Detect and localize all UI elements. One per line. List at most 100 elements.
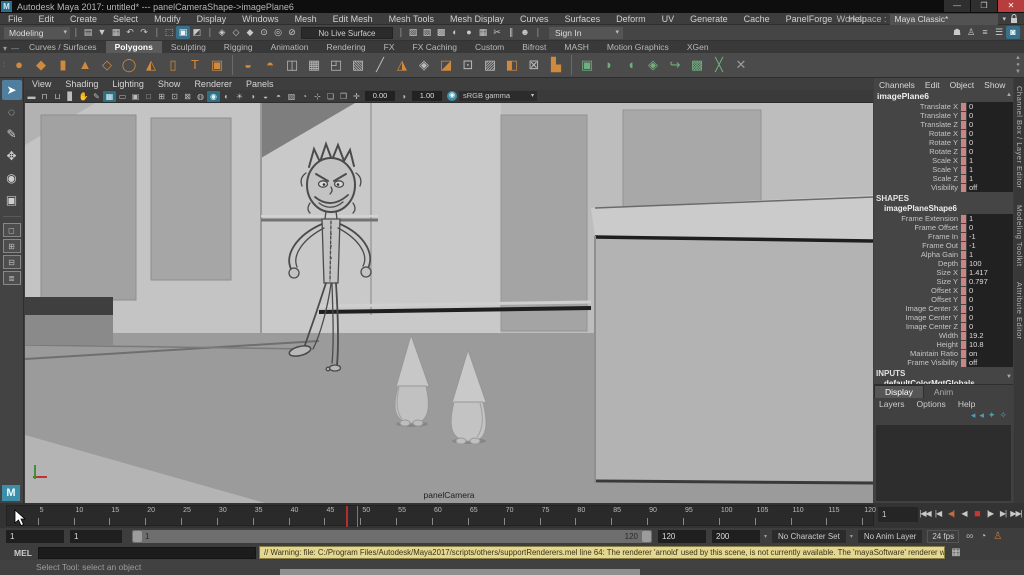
viewport-toolbar-icon[interactable]: ❐ (337, 91, 350, 102)
selection-mask-icon[interactable]: ⬚ (162, 26, 176, 39)
color-managed-icon[interactable]: ◉ (447, 91, 457, 101)
tool-button[interactable]: ✥ (2, 146, 22, 166)
sidebar-toggle-icon[interactable]: ◙ (1006, 26, 1020, 39)
group-divider[interactable]: ❙ (206, 26, 213, 39)
shelf-button[interactable]: ◫ (282, 55, 302, 75)
channel-row[interactable]: Frame Extension 1 (874, 214, 1013, 223)
shelf-button[interactable]: ◈ (414, 55, 434, 75)
shelf-button[interactable]: ◭ (141, 55, 161, 75)
shelf-button[interactable]: ◒ (238, 55, 258, 75)
current-frame-field[interactable]: 1 (878, 507, 918, 522)
channel-value-field[interactable]: 0 (967, 147, 1013, 156)
shelf-tab[interactable]: Animation (262, 41, 318, 53)
channel-row[interactable]: Frame Visibility off (874, 358, 1013, 367)
range-start-handle[interactable] (133, 531, 142, 542)
viewport-toolbar-icon[interactable]: ▊ (64, 91, 77, 102)
current-time-marker[interactable] (346, 506, 348, 527)
tool-button[interactable]: ▣ (2, 190, 22, 210)
shelf-collapse-icon[interactable]: — (10, 44, 20, 53)
viewport-toolbar-icon[interactable]: ▣ (129, 91, 142, 102)
layer-menu-item[interactable]: Help (953, 399, 980, 409)
render-icon[interactable]: ✂ (490, 26, 504, 39)
channel-row[interactable]: Image Center Z 0 (874, 322, 1013, 331)
shelf-button[interactable]: ◓ (260, 55, 280, 75)
shelf-button[interactable]: ▨ (480, 55, 500, 75)
playback-button[interactable]: ▶| (997, 506, 1009, 522)
mel-input-field[interactable] (38, 547, 256, 559)
time-ruler[interactable]: 5101520253035404550556065707580859095100… (6, 505, 874, 526)
shelf-button[interactable]: ◯ (119, 55, 139, 75)
layer-list[interactable] (876, 425, 1011, 501)
tool-button[interactable]: ◌ (2, 102, 22, 122)
sign-in-dropdown[interactable]: Sign In (549, 27, 623, 39)
viewport-toolbar-icon[interactable]: ☀ (233, 91, 246, 102)
selected-object-name[interactable]: imagePlane6 (874, 91, 1013, 102)
channel-box-menu-item[interactable]: Channels (874, 80, 920, 90)
channel-value-field[interactable]: off (967, 358, 1013, 367)
viewport-toolbar-icon[interactable]: ◍ (194, 91, 207, 102)
shelf-tab[interactable]: FX (375, 41, 404, 53)
panel-menu-item[interactable]: Panels (239, 79, 281, 89)
channel-row[interactable]: Image Center X 0 (874, 304, 1013, 313)
menu-item[interactable]: Modify (146, 13, 189, 25)
channel-box-menu-item[interactable]: Edit (920, 80, 945, 90)
gamma-icon[interactable]: ◑ (397, 91, 410, 102)
render-icon[interactable]: ▦ (476, 26, 490, 39)
auto-key-icon[interactable]: ♙ (993, 531, 1002, 542)
shelf-button[interactable]: ◇ (97, 55, 117, 75)
channel-value-field[interactable]: 0.797 (967, 277, 1013, 286)
channel-value-field[interactable]: 1 (967, 174, 1013, 183)
scroll-down-icon[interactable]: ▼ (1006, 374, 1012, 380)
shelf-button[interactable]: ↪ (665, 55, 685, 75)
channel-value-field[interactable]: 0 (967, 120, 1013, 129)
minimize-button[interactable]: — (944, 0, 970, 12)
shelf-button[interactable]: ◖ (621, 55, 641, 75)
menu-item[interactable]: Select (105, 13, 146, 25)
menu-item[interactable]: Mesh Display (442, 13, 512, 25)
viewport-toolbar-icon[interactable]: ◓ (272, 91, 285, 102)
channel-row[interactable]: Scale X 1 (874, 156, 1013, 165)
viewport-toolbar-icon[interactable]: ◉ (207, 91, 220, 102)
status-icon[interactable]: ↷ (137, 26, 151, 39)
viewport-toolbar-icon[interactable]: ⊞ (155, 91, 168, 102)
menu-item[interactable]: Cache (736, 13, 778, 25)
snap-icon[interactable]: ◈ (215, 26, 229, 39)
shelf-button[interactable]: ▯ (163, 55, 183, 75)
channel-row[interactable]: Size Y 0.797 (874, 277, 1013, 286)
mel-label[interactable]: MEL (8, 548, 38, 558)
channel-box-menu-item[interactable]: Object (945, 80, 980, 90)
shelf-tab[interactable]: MASH (555, 41, 598, 53)
viewport-toolbar-icon[interactable]: ✎ (90, 91, 103, 102)
status-icon[interactable]: ▤ (81, 26, 95, 39)
group-divider[interactable]: ❙ (397, 26, 404, 39)
channel-value-field[interactable]: 0 (967, 111, 1013, 120)
fps-dropdown[interactable]: 24 fps (927, 530, 959, 543)
shelf-tab[interactable]: FX Caching (404, 41, 466, 53)
render-icon[interactable]: ▩ (434, 26, 448, 39)
channel-value-field[interactable]: on (967, 349, 1013, 358)
shelf-button[interactable]: ▩ (687, 55, 707, 75)
group-divider[interactable]: ❙ (153, 26, 160, 39)
channel-value-field[interactable]: 1 (967, 165, 1013, 174)
playback-button[interactable]: ◀ (958, 506, 970, 522)
panel-menu-item[interactable]: Lighting (105, 79, 151, 89)
shelf-button[interactable]: ▮ (53, 55, 73, 75)
viewport-toolbar-icon[interactable]: ⊡ (168, 91, 181, 102)
layer-action-icon[interactable]: ✦ (988, 410, 996, 422)
viewport-toolbar-icon[interactable]: ⊓ (38, 91, 51, 102)
shelf-button[interactable]: ╱ (370, 55, 390, 75)
layer-menu-item[interactable]: Layers (874, 399, 910, 409)
channel-row[interactable]: Offset X 0 (874, 286, 1013, 295)
channel-row[interactable]: Translate Y 0 (874, 111, 1013, 120)
panel-menu-item[interactable]: Shading (58, 79, 105, 89)
channel-value-field[interactable]: 1.417 (967, 268, 1013, 277)
menu-item[interactable]: UV (654, 13, 683, 25)
menu-set-selector[interactable]: Modeling (4, 27, 70, 39)
layout-button[interactable]: ≣ (3, 271, 21, 285)
channel-row[interactable]: Visibility off (874, 183, 1013, 192)
layer-action-icon[interactable]: ◂ (979, 410, 984, 422)
channel-value-field[interactable]: 1 (967, 250, 1013, 259)
group-divider[interactable]: ❙ (72, 26, 79, 39)
menu-item[interactable]: Deform (608, 13, 654, 25)
view-transform-dropdown[interactable]: sRGB gamma (459, 91, 537, 101)
